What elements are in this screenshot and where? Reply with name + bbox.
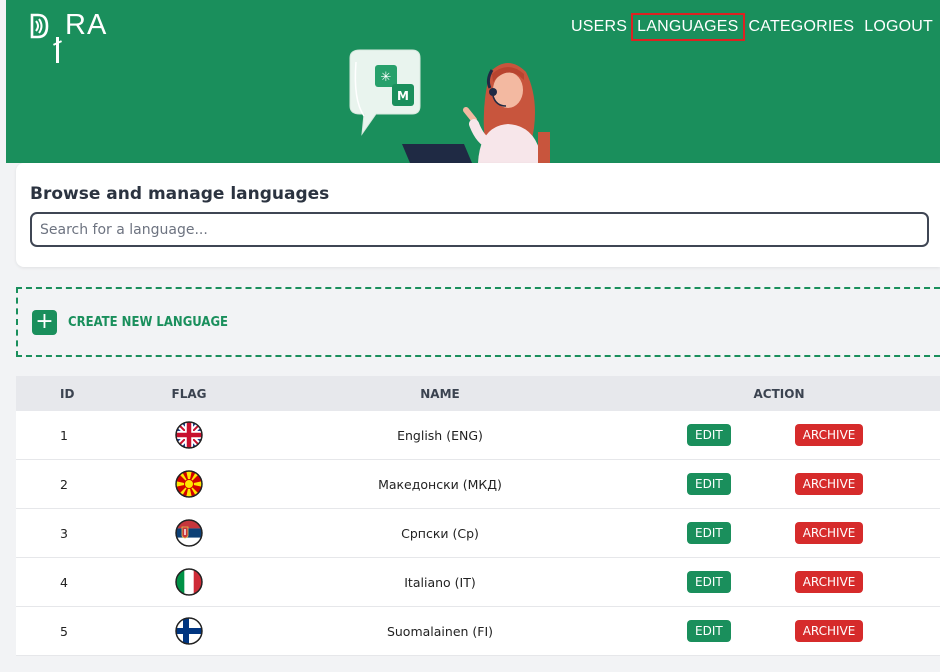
dira-logo[interactable]: RA bbox=[30, 9, 107, 63]
row-name: Italiano (IT) bbox=[404, 574, 476, 590]
nav-logout[interactable]: LOGOUT bbox=[859, 14, 938, 40]
uk-flag-icon bbox=[175, 421, 203, 449]
logo-text: RA bbox=[52, 9, 107, 63]
row-id: 3 bbox=[60, 525, 68, 541]
top-nav: USERS LANGUAGES CATEGORIES LOGOUT bbox=[566, 13, 938, 41]
serbia-flag-icon bbox=[175, 519, 203, 547]
page-title: Browse and manage languages bbox=[30, 184, 330, 204]
header-id: ID bbox=[60, 386, 75, 401]
table-row: 3 Српски (Ср) EDIT ARCHIVE bbox=[16, 509, 940, 558]
archive-button[interactable]: ARCHIVE bbox=[794, 473, 864, 495]
nav-users[interactable]: USERS bbox=[566, 14, 632, 40]
row-name: English (ENG) bbox=[397, 427, 483, 443]
svg-text:M: M bbox=[397, 89, 409, 103]
row-name: Suomalainen (FI) bbox=[386, 623, 494, 639]
archive-button[interactable]: ARCHIVE bbox=[794, 424, 864, 446]
row-id: 4 bbox=[60, 574, 68, 590]
row-name: Српски (Ср) bbox=[401, 525, 479, 541]
header-flag: FLAG bbox=[171, 386, 207, 401]
table-row: 1 English (ENG) EDIT ARCHIVE bbox=[16, 411, 940, 460]
edit-button[interactable]: EDIT bbox=[687, 522, 731, 544]
edit-button[interactable]: EDIT bbox=[687, 424, 731, 446]
edit-button[interactable]: EDIT bbox=[687, 620, 731, 642]
table-header: ID FLAG NAME ACTION bbox=[16, 376, 940, 411]
header-action: ACTION bbox=[753, 386, 805, 401]
header-name: NAME bbox=[420, 386, 460, 401]
archive-button[interactable]: ARCHIVE bbox=[794, 620, 864, 642]
table-row: 2 Македонски (МКД) EDIT ARCHIVE bbox=[16, 460, 940, 509]
plus-icon: + bbox=[32, 309, 57, 335]
table-row: 5 Suomalainen (FI) EDIT ARCHIVE bbox=[16, 607, 940, 656]
search-input[interactable] bbox=[30, 212, 929, 247]
italy-flag-icon bbox=[175, 568, 203, 596]
archive-button[interactable]: ARCHIVE bbox=[794, 571, 864, 593]
hero-illustration: ✳ M bbox=[349, 49, 550, 163]
row-id: 2 bbox=[60, 476, 68, 492]
archive-button[interactable]: ARCHIVE bbox=[794, 522, 864, 544]
table-row: 4 Italiano (IT) EDIT ARCHIVE bbox=[16, 558, 940, 607]
row-name: Македонски (МКД) bbox=[378, 476, 502, 492]
edit-button[interactable]: EDIT bbox=[687, 473, 731, 495]
nav-categories[interactable]: CATEGORIES bbox=[744, 14, 860, 40]
header: RA USERS LANGUAGES CATEGORIES LOGOUT ✳ M bbox=[6, 0, 940, 163]
row-id: 1 bbox=[60, 427, 68, 443]
create-language-button[interactable]: + CREATE NEW LANGUAGE bbox=[16, 287, 940, 357]
logo-mark-icon bbox=[30, 13, 49, 38]
row-id: 5 bbox=[60, 623, 68, 639]
edit-button[interactable]: EDIT bbox=[687, 571, 731, 593]
nav-languages[interactable]: LANGUAGES bbox=[631, 13, 745, 41]
macedonia-flag-icon bbox=[175, 470, 203, 498]
languages-table: ID FLAG NAME ACTION 1 English (ENG) EDIT bbox=[16, 376, 940, 656]
finland-flag-icon bbox=[175, 617, 203, 645]
create-language-label: CREATE NEW LANGUAGE bbox=[68, 314, 229, 330]
search-card: Browse and manage languages bbox=[16, 163, 940, 267]
svg-text:✳: ✳ bbox=[381, 70, 392, 85]
